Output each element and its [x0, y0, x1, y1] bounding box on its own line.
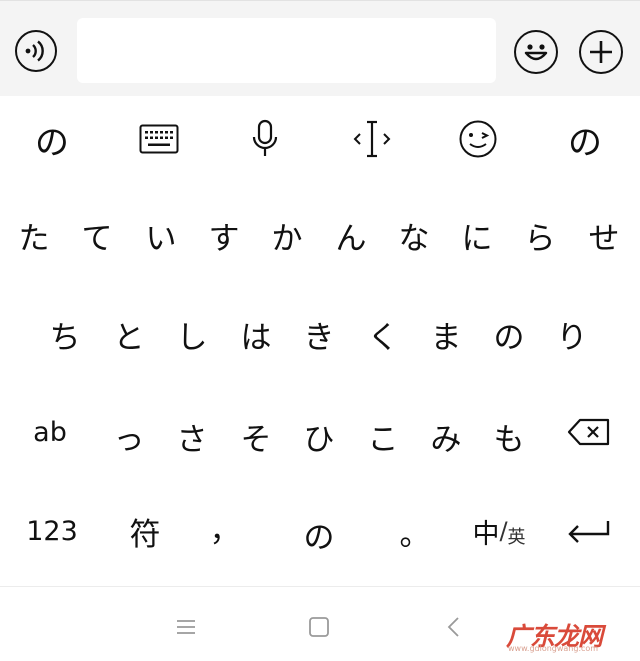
key-no[interactable]: の — [480, 304, 538, 364]
voice-wave-icon[interactable] — [15, 30, 57, 72]
keyboard-icon[interactable] — [127, 115, 191, 163]
key-mo[interactable]: も — [480, 406, 538, 466]
toolbar-kana-right[interactable]: の — [553, 115, 617, 163]
back-chevron-icon[interactable] — [434, 607, 474, 647]
key-hi[interactable]: ひ — [290, 406, 348, 466]
input-bar — [0, 0, 640, 96]
key-ko[interactable]: こ — [354, 406, 412, 466]
period-key[interactable]: 。 — [386, 501, 444, 561]
key-ha[interactable]: は — [227, 304, 285, 364]
space-kana-key[interactable]: の — [290, 504, 348, 564]
lang-separator: / — [499, 517, 508, 545]
key-te[interactable]: て — [68, 205, 126, 265]
wink-icon[interactable] — [446, 115, 510, 163]
key-ku[interactable]: く — [354, 304, 412, 364]
comma-key[interactable]: ， — [196, 497, 254, 557]
key-ta[interactable]: た — [5, 205, 63, 265]
key-ni[interactable]: に — [448, 205, 506, 265]
key-se[interactable]: せ — [575, 205, 633, 265]
key-i[interactable]: い — [132, 205, 190, 265]
number-switch-key[interactable]: 123 — [20, 501, 84, 561]
menu-icon[interactable] — [166, 607, 206, 647]
toolbar-kana-left[interactable]: の — [20, 115, 84, 163]
abc-switch-key[interactable]: ab — [21, 402, 79, 462]
language-switch-key[interactable]: 中 / 英 — [459, 501, 539, 561]
plus-icon[interactable] — [579, 30, 623, 74]
key-shi[interactable]: し — [163, 304, 221, 364]
lang-alt-label: 英 — [507, 527, 526, 548]
cursor-move-icon[interactable] — [340, 115, 404, 163]
key-so[interactable]: そ — [227, 406, 285, 466]
key-ki[interactable]: き — [290, 304, 348, 364]
key-n[interactable]: ん — [322, 205, 380, 265]
home-square-icon[interactable] — [299, 607, 339, 647]
key-mi[interactable]: み — [417, 406, 475, 466]
key-ma[interactable]: ま — [417, 304, 475, 364]
message-input[interactable] — [77, 18, 496, 83]
smiley-icon[interactable] — [514, 30, 558, 74]
key-ra[interactable]: ら — [511, 205, 569, 265]
symbol-key[interactable]: 符 — [116, 501, 174, 561]
key-small-tsu[interactable]: っ — [100, 406, 158, 466]
key-ri[interactable]: り — [543, 304, 601, 364]
key-na[interactable]: な — [385, 205, 443, 265]
key-sa[interactable]: さ — [163, 406, 221, 466]
key-ka[interactable]: か — [258, 205, 316, 265]
backspace-icon[interactable] — [560, 402, 618, 462]
key-to[interactable]: と — [100, 304, 158, 364]
watermark-url: www.gdlongwang.com — [508, 644, 599, 653]
key-chi[interactable]: ち — [36, 304, 94, 364]
enter-icon[interactable] — [560, 501, 618, 561]
microphone-icon[interactable] — [233, 115, 297, 163]
key-su[interactable]: す — [195, 205, 253, 265]
lang-main-label: 中 — [472, 518, 500, 550]
